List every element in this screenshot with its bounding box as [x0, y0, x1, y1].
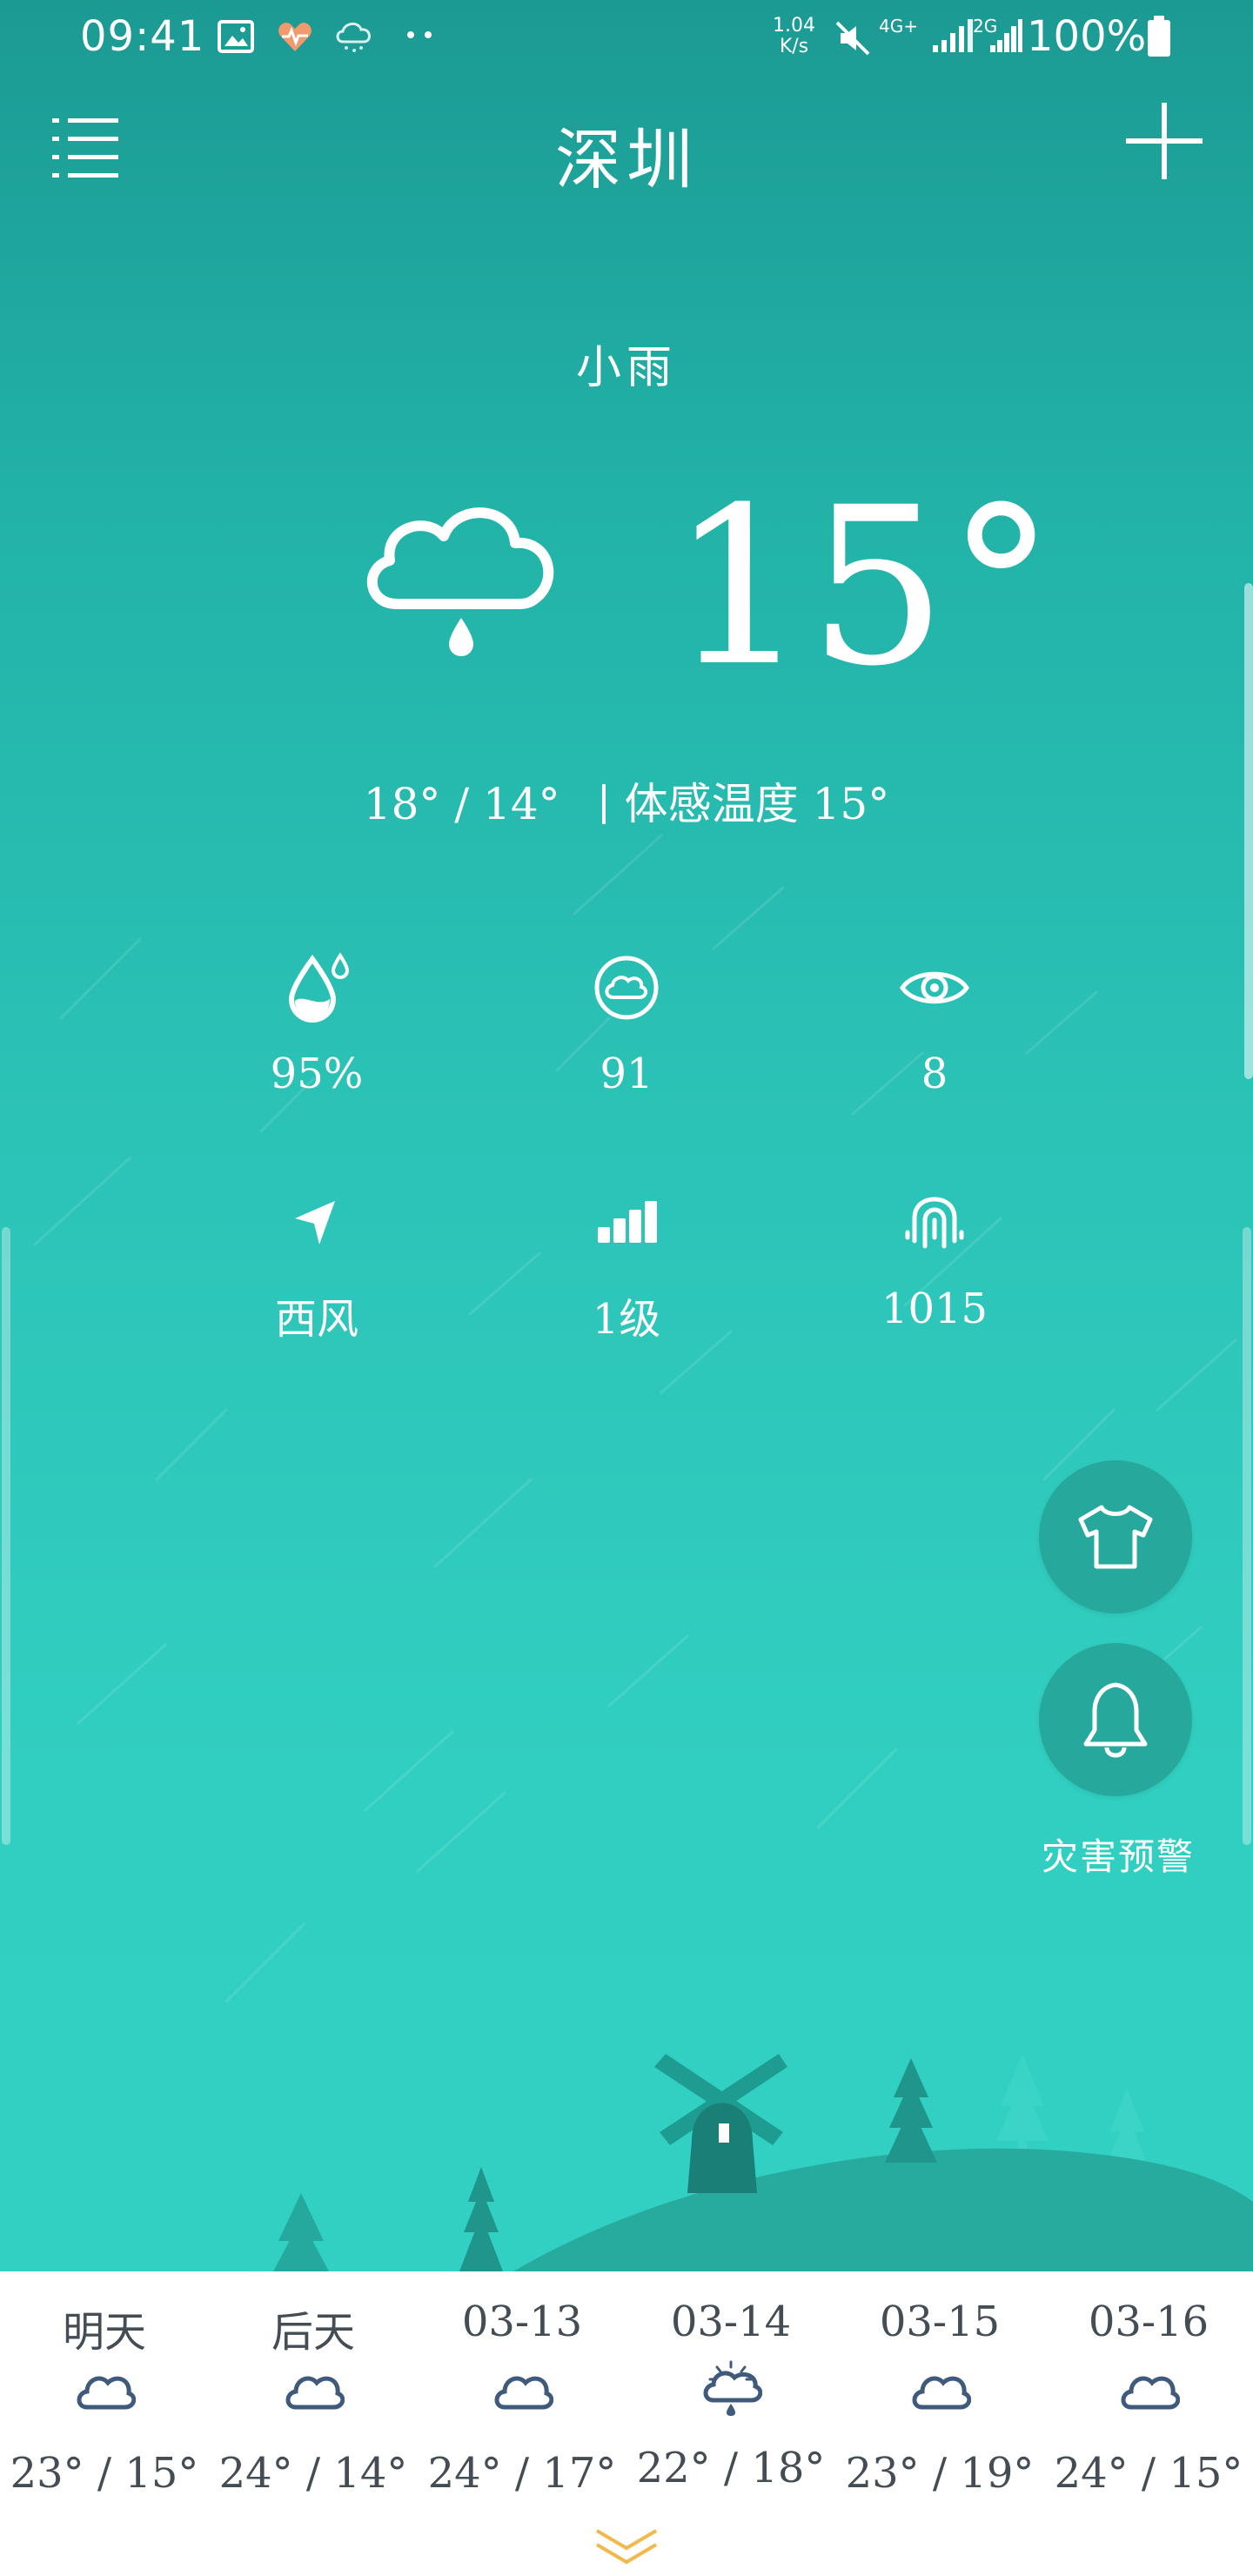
- detail-wind-level: 1级: [496, 1184, 757, 1345]
- pressure-value: 1015: [881, 1285, 988, 1333]
- divider: [601, 784, 606, 824]
- network-speed: 1.04 K/s: [773, 16, 815, 57]
- left-edge-indicator: [2, 1227, 10, 1845]
- chevron-down-icon[interactable]: [592, 2526, 661, 2569]
- net-speed-unit: K/s: [779, 36, 809, 57]
- detail-air-quality: 91: [496, 949, 757, 1098]
- forecast-day[interactable]: 03-16 24° / 15°: [1044, 2271, 1253, 2498]
- disaster-alert-button[interactable]: [1039, 1643, 1192, 1796]
- detail-pressure: 1015: [804, 1184, 1065, 1333]
- cloud-icon: [77, 2376, 136, 2410]
- forecast-day[interactable]: 明天 23° / 15°: [0, 2271, 209, 2498]
- air-quality-value: 91: [600, 1050, 653, 1098]
- high-low-temp: 18° / 14°: [363, 779, 560, 829]
- wind-level-icon: [598, 1201, 657, 1243]
- bell-icon: [1083, 1682, 1148, 1758]
- forecast-range: 23° / 15°: [10, 2449, 199, 2498]
- current-temperature: 15°: [670, 460, 1056, 714]
- network-type: 4G+: [879, 16, 918, 37]
- cloud-icon: [494, 2376, 553, 2410]
- landscape-illustration: [273, 2054, 1253, 2271]
- forecast-range: 24° / 15°: [1054, 2449, 1243, 2498]
- visibility-icon: [899, 971, 970, 1004]
- pressure-icon: [905, 1197, 964, 1249]
- image-icon: [218, 20, 254, 53]
- forecast-day[interactable]: 03-14 22° / 18°: [626, 2271, 835, 2492]
- cloud-icon: [912, 2376, 971, 2410]
- forecast-range: 22° / 18°: [636, 2444, 826, 2492]
- forecast-range: 23° / 19°: [845, 2449, 1035, 2498]
- air-quality-icon: [594, 956, 659, 1020]
- forecast-label: 03-14: [670, 2298, 792, 2346]
- clothing-advice-button[interactable]: [1039, 1460, 1192, 1613]
- plus-icon[interactable]: [1122, 99, 1206, 183]
- city-title[interactable]: 深圳: [0, 106, 1253, 202]
- more-dots-icon: [407, 31, 432, 38]
- forecast-range: 24° / 17°: [427, 2449, 617, 2498]
- wind-direction-value: 西风: [274, 1295, 358, 1344]
- weather-rain-icon: [336, 23, 371, 52]
- wind-level-value: 1级: [592, 1295, 661, 1344]
- mute-icon: [835, 21, 870, 56]
- battery-icon: [1148, 16, 1170, 57]
- cloud-icon: [285, 2376, 345, 2410]
- battery-percent: 100%: [1027, 12, 1147, 61]
- alert-label[interactable]: 灾害预警: [1035, 1828, 1201, 1881]
- weather-condition: 小雨: [575, 342, 677, 394]
- humidity-value: 95%: [270, 1050, 364, 1098]
- signal-icon: [933, 19, 973, 52]
- shirt-icon: [1078, 1505, 1153, 1569]
- status-time: 09:41: [80, 12, 205, 61]
- forecast-day[interactable]: 03-15 23° / 19°: [835, 2271, 1044, 2498]
- forecast-range: 24° / 14°: [218, 2449, 408, 2498]
- forecast-label: 后天: [271, 2308, 355, 2357]
- forecast-label: 03-15: [879, 2298, 1001, 2346]
- forecast-label: 03-16: [1088, 2298, 1209, 2346]
- wind-direction-icon: [295, 1201, 335, 1244]
- detail-visibility: 8: [804, 949, 1065, 1098]
- sun-cloud-rain-icon: [703, 2360, 762, 2416]
- network-type-label: 4G+: [879, 16, 918, 37]
- right-edge-indicator: [1243, 1227, 1251, 1845]
- visibility-value: 8: [921, 1050, 948, 1098]
- forecast-day[interactable]: 后天 24° / 14°: [209, 2271, 418, 2498]
- cloud-rain-icon: [366, 507, 554, 656]
- feels-like: 体感温度 15°: [624, 779, 890, 829]
- net-speed-value: 1.04: [773, 15, 815, 37]
- detail-humidity: 95%: [186, 949, 447, 1098]
- forecast-label: 03-13: [461, 2298, 583, 2346]
- temp-range-row: 18° / 14° 体感温度 15°: [0, 769, 1253, 832]
- signal-2-icon: [990, 19, 1022, 52]
- status-bar: 09:41 1.04 K/s 4G+ 2G 100%: [0, 0, 1253, 78]
- humidity-icon: [288, 952, 350, 1023]
- heart-rate-icon: [278, 23, 312, 51]
- forecast-day[interactable]: 03-13 24° / 17°: [418, 2271, 626, 2498]
- cloud-icon: [1121, 2376, 1180, 2410]
- forecast-label: 明天: [62, 2308, 146, 2357]
- detail-wind-direction: 西风: [186, 1184, 447, 1345]
